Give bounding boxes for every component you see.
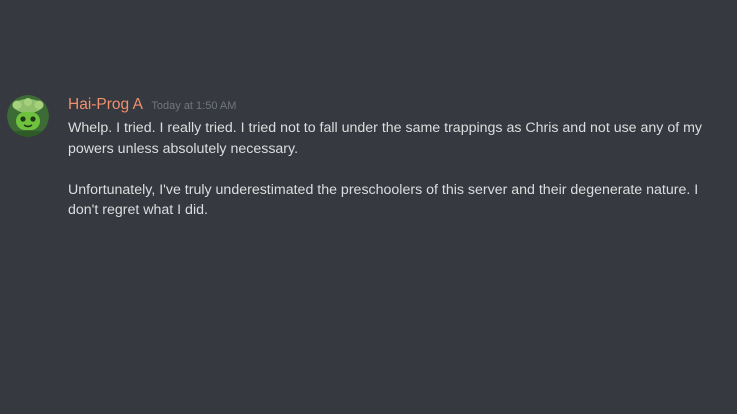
green-character-avatar-icon: [7, 95, 49, 137]
message-paragraph: Unfortunately, I've truly underestimated…: [68, 181, 699, 219]
message-header: Hai-Prog A Today at 1:50 AM: [68, 95, 236, 116]
message-content: Whelp. I tried. I really tried. I tried …: [68, 118, 723, 221]
message-paragraph: Whelp. I tried. I really tried. I tried …: [68, 120, 703, 157]
timestamp[interactable]: Today at 1:50 AM: [151, 100, 236, 112]
username[interactable]: Hai-Prog A: [68, 96, 143, 113]
avatar[interactable]: [7, 95, 49, 137]
